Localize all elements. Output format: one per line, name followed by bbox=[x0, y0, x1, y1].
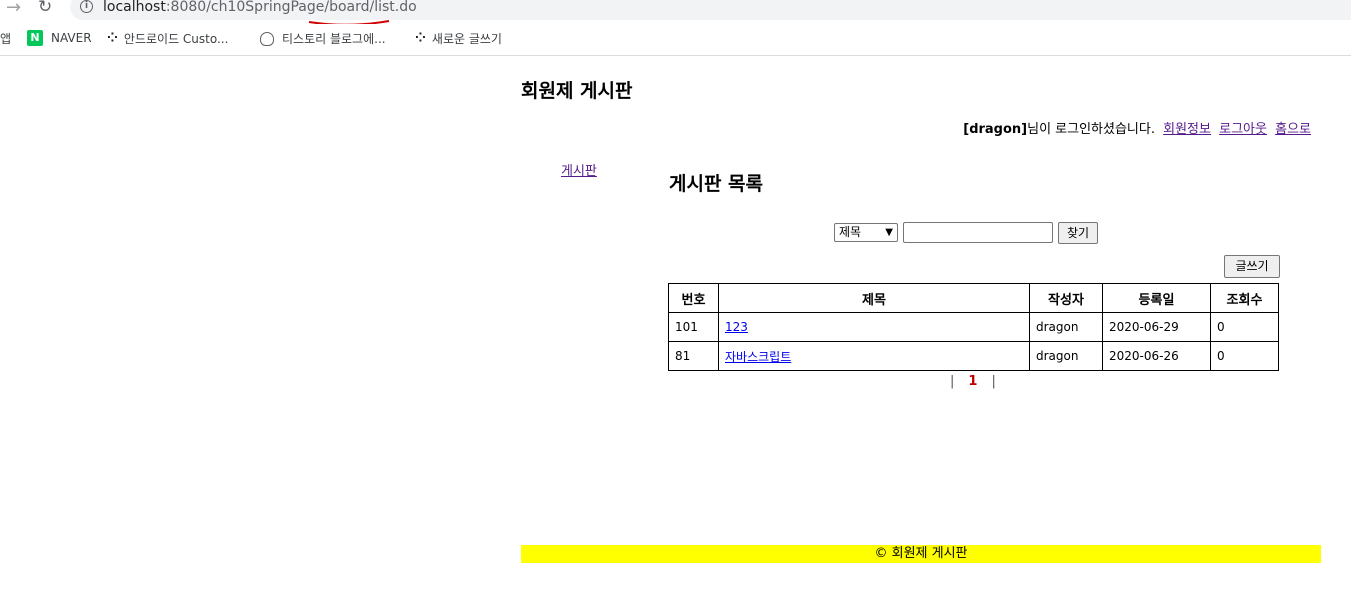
header-no: 번호 bbox=[668, 283, 719, 313]
bookmarks-bar: 앱 N NAVER ⁘ 안드로이드 Custo... 티스토리 블로그에... … bbox=[0, 24, 1351, 56]
table-row: 81 자바스크립트 dragon 2020-06-26 0 bbox=[668, 341, 1279, 371]
cell-title: 자바스크립트 bbox=[718, 341, 1030, 371]
bookmark-new-post-label: 새로운 글쓰기 bbox=[431, 32, 502, 46]
cell-no: 81 bbox=[668, 341, 719, 371]
bookmark-new-post[interactable]: ⁘ 새로운 글쓰기 bbox=[415, 30, 502, 47]
sidebar-item-board[interactable]: 게시판 bbox=[561, 164, 597, 179]
cell-hits: 0 bbox=[1210, 312, 1279, 342]
member-info-link[interactable]: 회원정보 bbox=[1163, 122, 1211, 137]
login-message: 님이 로그인하셨습니다. bbox=[1027, 122, 1155, 137]
login-status: [dragon]님이 로그인하셨습니다. 회원정보 로그아웃 홈으로 bbox=[963, 118, 1311, 137]
pagination-current-page[interactable]: 1 bbox=[968, 374, 977, 389]
cell-writer: dragon bbox=[1029, 312, 1103, 342]
header-writer: 작성자 bbox=[1029, 283, 1103, 313]
bookmark-android-label: 안드로이드 Custo... bbox=[123, 32, 229, 46]
reload-icon[interactable]: ↻ bbox=[38, 0, 52, 17]
table-header-row: 번호 제목 작성자 등록일 조회수 bbox=[668, 283, 1279, 313]
url-host: localhost bbox=[103, 0, 166, 15]
logout-link[interactable]: 로그아웃 bbox=[1219, 122, 1267, 137]
pagination-separator: | bbox=[991, 374, 996, 389]
sidebar: 게시판 bbox=[561, 160, 597, 179]
pagination: | 1 | bbox=[950, 374, 996, 389]
url-path: :8080/ch10SpringPage/board/list.do bbox=[165, 0, 417, 15]
search-field-selected: 제목 bbox=[839, 225, 862, 239]
dots-icon: ⁘ bbox=[415, 31, 426, 46]
section-title: 게시판 목록 bbox=[669, 173, 764, 195]
cell-writer: dragon bbox=[1029, 341, 1103, 371]
info-icon[interactable]: i bbox=[80, 0, 93, 13]
search-field-select[interactable]: 제목 ▼ bbox=[834, 223, 898, 242]
cell-date: 2020-06-29 bbox=[1102, 312, 1211, 342]
header-date: 등록일 bbox=[1102, 283, 1211, 313]
url-text[interactable]: localhost:8080/ch10SpringPage/board/list… bbox=[103, 0, 417, 15]
bookmark-naver-label: NAVER bbox=[51, 31, 92, 45]
cell-hits: 0 bbox=[1210, 341, 1279, 371]
cell-title: 123 bbox=[718, 312, 1030, 342]
browser-toolbar: → ↻ i localhost:8080/ch10SpringPage/boar… bbox=[0, 0, 1351, 26]
bookmark-apps[interactable]: 앱 bbox=[0, 30, 11, 47]
bookmark-android[interactable]: ⁘ 안드로이드 Custo... bbox=[107, 30, 228, 47]
bookmark-tistory-label: 티스토리 블로그에... bbox=[282, 32, 386, 46]
pagination-separator: | bbox=[950, 374, 955, 389]
github-icon bbox=[260, 31, 274, 46]
bookmark-naver[interactable]: N NAVER bbox=[27, 30, 92, 46]
cell-date: 2020-06-26 bbox=[1102, 341, 1211, 371]
header-hits: 조회수 bbox=[1210, 283, 1279, 313]
post-title-link[interactable]: 123 bbox=[725, 320, 748, 334]
board-table: 번호 제목 작성자 등록일 조회수 101 123 dragon 2020-06… bbox=[668, 283, 1279, 371]
search-form: 제목 ▼ 찾기 bbox=[834, 221, 1099, 244]
dots-icon: ⁘ bbox=[107, 31, 118, 46]
footer: © 회원제 게시판 bbox=[521, 545, 1321, 563]
header-title: 제목 bbox=[718, 283, 1030, 313]
table-row: 101 123 dragon 2020-06-29 0 bbox=[668, 312, 1279, 342]
naver-icon: N bbox=[27, 30, 43, 46]
search-input[interactable] bbox=[903, 222, 1053, 243]
address-bar[interactable]: i localhost:8080/ch10SpringPage/board/li… bbox=[70, 0, 1351, 20]
forward-arrow-icon[interactable]: → bbox=[6, 0, 21, 18]
user-id: [dragon] bbox=[963, 122, 1028, 137]
bookmark-apps-label: 앱 bbox=[0, 32, 12, 46]
page-title: 회원제 게시판 bbox=[521, 80, 633, 102]
cell-no: 101 bbox=[668, 312, 719, 342]
home-link[interactable]: 홈으로 bbox=[1275, 122, 1311, 137]
chevron-down-icon: ▼ bbox=[885, 227, 893, 238]
search-button[interactable]: 찾기 bbox=[1058, 221, 1099, 244]
write-button[interactable]: 글쓰기 bbox=[1224, 255, 1280, 278]
post-title-link[interactable]: 자바스크립트 bbox=[725, 350, 791, 364]
bookmark-tistory[interactable]: 티스토리 블로그에... bbox=[260, 30, 386, 47]
